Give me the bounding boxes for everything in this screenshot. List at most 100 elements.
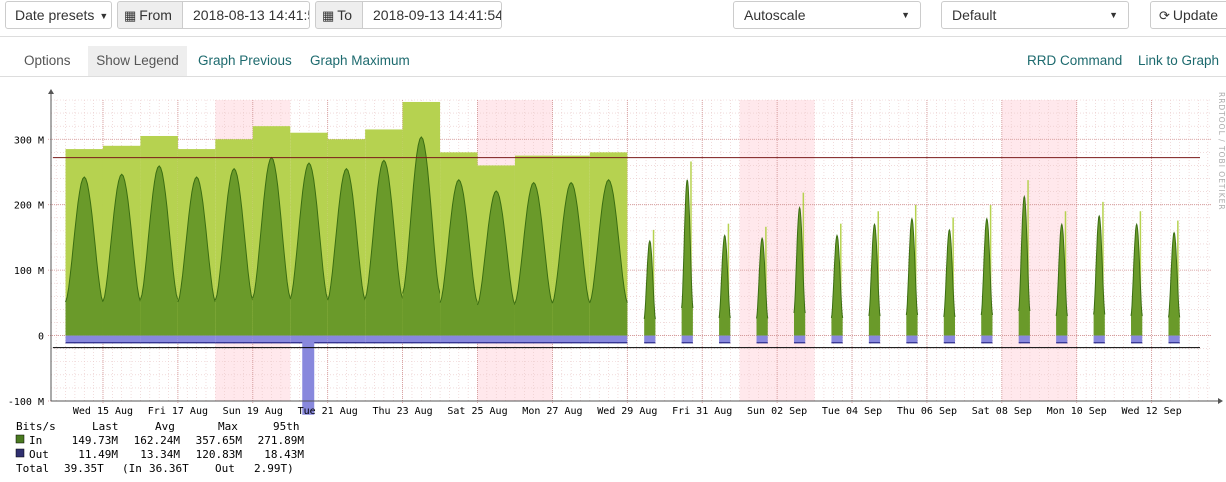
to-addon: ▦ To [315, 1, 363, 29]
out-area [589, 335, 628, 343]
x-tick-label: Wed 12 Sep [1122, 406, 1182, 417]
y-tick-label: 100 M [14, 266, 44, 277]
legend-series-name: In [29, 434, 42, 447]
legend-header: Avg [155, 420, 175, 433]
x-tick-label: Wed 29 Aug [597, 406, 657, 417]
x-tick-label: Sun 19 Aug [223, 406, 283, 417]
rrd-command-link[interactable]: RRD Command [1027, 46, 1122, 76]
calendar-icon: ▦ [322, 8, 335, 23]
graph-options-bar: Options Show Legend Graph Previous Graph… [0, 46, 1226, 77]
legend-value: 357.65M [196, 434, 243, 447]
out-area [1131, 335, 1143, 343]
link-to-graph-link[interactable]: Link to Graph [1138, 46, 1219, 76]
legend-total: 39.35T [64, 462, 104, 475]
out-area [1093, 335, 1105, 343]
out-area [365, 335, 403, 343]
legend: Bits/s Last Avg Max 95th In 149.73M 162.24M 357.… [15, 420, 305, 475]
out-area [793, 335, 806, 343]
legend-header: Bits/s [16, 420, 56, 433]
out-area [1056, 335, 1068, 343]
legend-value: 120.83M [196, 448, 243, 461]
legend-header: Last [92, 420, 119, 433]
show-legend-tab[interactable]: Show Legend [88, 46, 187, 76]
out-area [681, 335, 693, 343]
traffic-graph: -100 M 0 100 M 200 M 300 M Wed 15 Aug Fri 17 A… [8, 89, 1226, 475]
x-tick-label: Tue 21 Aug [298, 406, 358, 417]
out-area [402, 335, 441, 343]
x-tick-label: Fri 17 Aug [148, 406, 208, 417]
x-tick-label: Tue 04 Sep [822, 406, 882, 417]
caret-down-icon: ▼ [99, 11, 109, 22]
from-label: From [139, 7, 172, 23]
scale-select-value: Autoscale [744, 7, 806, 23]
out-area [215, 335, 253, 343]
refresh-icon: ⟳ [1159, 8, 1170, 23]
caret-down-icon: ▼ [901, 10, 910, 20]
legend-total: (In [122, 462, 142, 475]
x-tick-label: Sat 25 Aug [447, 406, 507, 417]
legend-value: 271.89M [258, 434, 305, 447]
from-date-input[interactable]: 2018-08-13 14:41:5 [182, 1, 310, 29]
y-tick-label: 0 [38, 332, 44, 343]
y-tick-label: 200 M [14, 201, 44, 212]
x-tick-label: Mon 27 Aug [522, 406, 582, 417]
legend-swatch [15, 434, 25, 444]
legend-value: 162.24M [134, 434, 181, 447]
options-tab[interactable]: Options [24, 46, 71, 76]
out-area [868, 335, 881, 343]
caret-down-icon: ▼ [1109, 10, 1118, 20]
x-tick-label: Thu 06 Sep [897, 406, 957, 417]
out-area [1168, 335, 1180, 343]
x-tick-label: Thu 23 Aug [372, 406, 432, 417]
scale-select[interactable]: Autoscale ▼ [733, 1, 921, 29]
out-area [327, 335, 366, 343]
out-area [943, 335, 956, 343]
out-area [1018, 335, 1030, 343]
legend-header: 95th [273, 420, 300, 433]
out-area [981, 335, 993, 343]
x-tick-label: Sat 08 Sep [972, 406, 1032, 417]
out-area [65, 335, 103, 343]
legend-value: 149.73M [72, 434, 119, 447]
x-tick-label: Mon 10 Sep [1047, 406, 1107, 417]
x-tick-label: Sun 02 Sep [747, 406, 807, 417]
calendar-icon: ▦ [124, 8, 137, 23]
out-area [440, 335, 478, 343]
from-addon: ▦ From [117, 1, 183, 29]
y-axis-arrow [48, 89, 54, 94]
y-tick-label: -100 M [8, 397, 44, 408]
legend-total: Total [16, 462, 49, 475]
theme-select-value: Default [952, 7, 997, 23]
update-label: Update [1172, 7, 1219, 23]
graph-previous-link[interactable]: Graph Previous [198, 46, 292, 76]
x-tick-label: Fri 31 Aug [672, 406, 732, 417]
out-area [177, 335, 216, 343]
to-date-input[interactable]: 2018-09-13 14:41:54 [362, 1, 502, 29]
out-area [477, 335, 515, 343]
theme-select[interactable]: Default ▼ [941, 1, 1129, 29]
legend-value: 11.49M [78, 448, 118, 461]
legend-total: 2.99T) [254, 462, 294, 475]
update-button[interactable]: ⟳ Update [1150, 1, 1226, 29]
legend-value: 13.34M [140, 448, 180, 461]
toolbar: Date presets ▼ ▦ From 2018-08-13 14:41:5 ▦… [0, 0, 1226, 37]
legend-series-name: Out [29, 448, 49, 461]
date-presets-label: Date presets [15, 7, 95, 23]
out-area [552, 335, 590, 343]
out-area [719, 335, 731, 343]
to-label: To [337, 7, 353, 23]
legend-value: 18.43M [264, 448, 304, 461]
legend-total: Out [215, 462, 235, 475]
graph-maximum-link[interactable]: Graph Maximum [310, 46, 410, 76]
out-area [831, 335, 843, 343]
date-presets-button[interactable]: Date presets ▼ [5, 1, 112, 29]
out-area [906, 335, 918, 343]
legend-header: Max [218, 420, 238, 433]
out-area [252, 335, 291, 343]
y-tick-label: 300 M [14, 135, 44, 146]
rrdtool-watermark: RRDTOOL / TOBI OETIKER [1217, 92, 1226, 211]
x-axis-arrow [1218, 398, 1223, 404]
out-area [102, 335, 141, 343]
legend-total: 36.36T [149, 462, 189, 475]
out-area [514, 335, 553, 343]
